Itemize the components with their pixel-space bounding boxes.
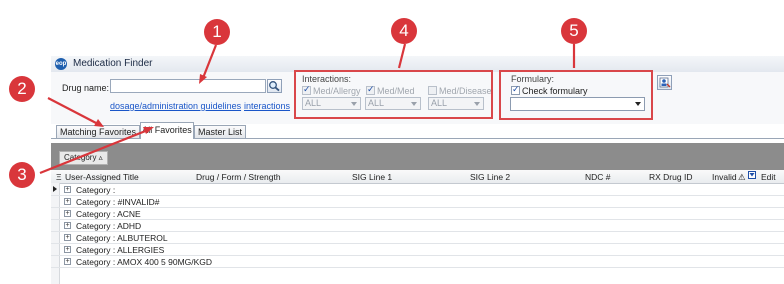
callout-3: 3 [9,162,35,188]
callout-pointers [39,43,576,175]
callout-5: 5 [561,18,587,44]
callout-2: 2 [9,76,35,102]
callout-4: 4 [391,18,417,44]
callout-1: 1 [204,19,230,45]
